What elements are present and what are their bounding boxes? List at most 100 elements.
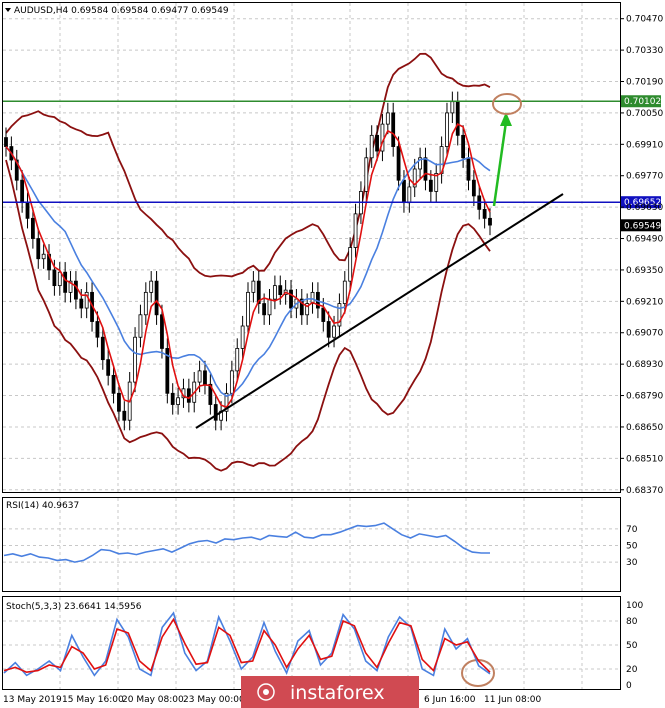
forecast-arrow-shaft bbox=[492, 121, 508, 207]
candle-body bbox=[321, 307, 326, 322]
candle-body bbox=[41, 253, 46, 260]
stoch-tick-label: 0 bbox=[626, 681, 632, 691]
stoch-tick-label: 50 bbox=[626, 641, 638, 651]
watermark-logo-dot-icon bbox=[263, 689, 269, 695]
price-tick-label: 0.70470 bbox=[626, 15, 663, 25]
rsi-tick-label: 50 bbox=[626, 542, 638, 552]
watermark-text: instaforex bbox=[290, 682, 385, 704]
time-tick-label: 20 May 08:00 bbox=[122, 695, 184, 705]
collapse-triangle-icon[interactable] bbox=[5, 8, 11, 12]
bollinger-upper-line bbox=[5, 52, 491, 278]
rsi-pane[interactable] bbox=[2, 497, 621, 592]
rsi-indicator: 70 50 30 bbox=[3, 522, 638, 568]
candle-body bbox=[342, 280, 347, 304]
candle-body bbox=[235, 348, 240, 372]
time-tick-label: 6 Jun 16:00 bbox=[424, 695, 476, 705]
candle-body bbox=[428, 179, 433, 192]
candle-body bbox=[402, 179, 406, 204]
candle-body bbox=[267, 298, 272, 316]
price-tick-label: 0.68510 bbox=[626, 454, 663, 464]
candle-body bbox=[289, 289, 293, 309]
candle-body bbox=[278, 285, 283, 296]
target-circle bbox=[492, 93, 522, 115]
candle-body bbox=[57, 271, 62, 287]
time-tick-label: 11 Jun 08:00 bbox=[484, 695, 541, 705]
candle-body bbox=[348, 247, 353, 282]
candle-body bbox=[122, 410, 127, 421]
price-tick-label: 0.70050 bbox=[626, 109, 663, 119]
candle-body bbox=[332, 325, 336, 338]
candle-body bbox=[407, 186, 412, 204]
price-tick-label: 0.69910 bbox=[626, 140, 663, 150]
stoch-tick-label: 100 bbox=[626, 601, 643, 611]
level-tag-label: 0.70102 bbox=[624, 97, 661, 107]
candle-body bbox=[197, 370, 202, 383]
price-tick-label: 0.69070 bbox=[626, 329, 663, 339]
candle-body bbox=[262, 303, 267, 316]
candle-body bbox=[138, 314, 143, 338]
price-axis: 0.70470 0.70330 0.70190 0.70050 0.69910 0.697… bbox=[620, 15, 663, 496]
price-tick-label: 0.69770 bbox=[626, 172, 663, 182]
candle-body bbox=[160, 314, 164, 349]
candle-body bbox=[272, 285, 277, 300]
candle-body bbox=[213, 404, 218, 421]
candle-body bbox=[117, 392, 121, 412]
price-tick-label: 0.68930 bbox=[626, 360, 663, 370]
price-tick-label: 0.68790 bbox=[626, 392, 663, 402]
candle-body bbox=[229, 370, 234, 394]
candle-body bbox=[369, 134, 374, 159]
time-tick-label: 23 May 00:00 bbox=[183, 695, 245, 705]
candle-body bbox=[423, 157, 428, 181]
candle-body bbox=[52, 269, 57, 287]
candles bbox=[4, 91, 492, 431]
candle-body bbox=[385, 112, 390, 125]
candle-body bbox=[170, 392, 175, 405]
candle-body bbox=[186, 388, 191, 403]
candle-body bbox=[4, 137, 8, 147]
price-tick-label: 0.69630 bbox=[626, 203, 663, 213]
candle-body bbox=[111, 374, 116, 394]
candle-body bbox=[25, 202, 30, 219]
stoch-label: Stoch(5,3,3) 23.6641 14.5956 bbox=[6, 602, 142, 612]
candle-body bbox=[246, 291, 250, 327]
candle-body bbox=[63, 271, 68, 293]
bollinger-bands bbox=[5, 52, 491, 472]
chart-canvas: 0.701020.696520.69549 0.704700.703300.70… bbox=[2, 2, 663, 708]
candle-body bbox=[143, 291, 148, 316]
candle-body bbox=[176, 397, 180, 405]
price-levels: 0.701020.696520.69549 bbox=[3, 95, 661, 232]
ma-fast-line bbox=[5, 123, 491, 409]
symbol-header: AUDUSD,H4 0.69584 0.69584 0.69477 0.6954… bbox=[14, 6, 229, 16]
price-tick-label: 0.70330 bbox=[626, 46, 663, 56]
candle-body bbox=[100, 336, 105, 361]
candle-body bbox=[364, 157, 369, 192]
candle-body bbox=[326, 321, 331, 338]
ma-slow-line bbox=[5, 146, 491, 397]
candle-body bbox=[95, 321, 100, 338]
candle-body bbox=[455, 101, 460, 136]
candle-body bbox=[36, 238, 41, 260]
rsi-tick-label: 30 bbox=[626, 558, 638, 568]
candle-body bbox=[353, 213, 358, 248]
candle-body bbox=[106, 359, 111, 376]
candle-body bbox=[375, 134, 379, 152]
moving-averages bbox=[5, 123, 491, 409]
support-trendline[interactable] bbox=[195, 193, 564, 429]
candle-body bbox=[149, 280, 154, 293]
time-tick-label: 13 May 2019 bbox=[3, 695, 62, 705]
candle-body bbox=[396, 146, 401, 181]
main-pane[interactable] bbox=[2, 2, 621, 493]
candle-body bbox=[461, 134, 466, 159]
price-tick-label: 0.70190 bbox=[626, 78, 663, 88]
candle-body bbox=[466, 157, 471, 181]
candle-body bbox=[391, 112, 396, 147]
candle-body bbox=[20, 179, 25, 204]
candle-body bbox=[30, 217, 35, 239]
price-tick-label: 0.69210 bbox=[626, 297, 663, 307]
candle-body bbox=[79, 298, 84, 309]
price-tick-label: 0.68650 bbox=[626, 423, 663, 433]
candle-body bbox=[74, 280, 78, 300]
chart-window: 0.70102 0.69652 0.69549 0.70470 0.70330 0.70… bbox=[0, 0, 665, 708]
candle-body bbox=[445, 112, 449, 147]
candle-body bbox=[133, 336, 137, 383]
